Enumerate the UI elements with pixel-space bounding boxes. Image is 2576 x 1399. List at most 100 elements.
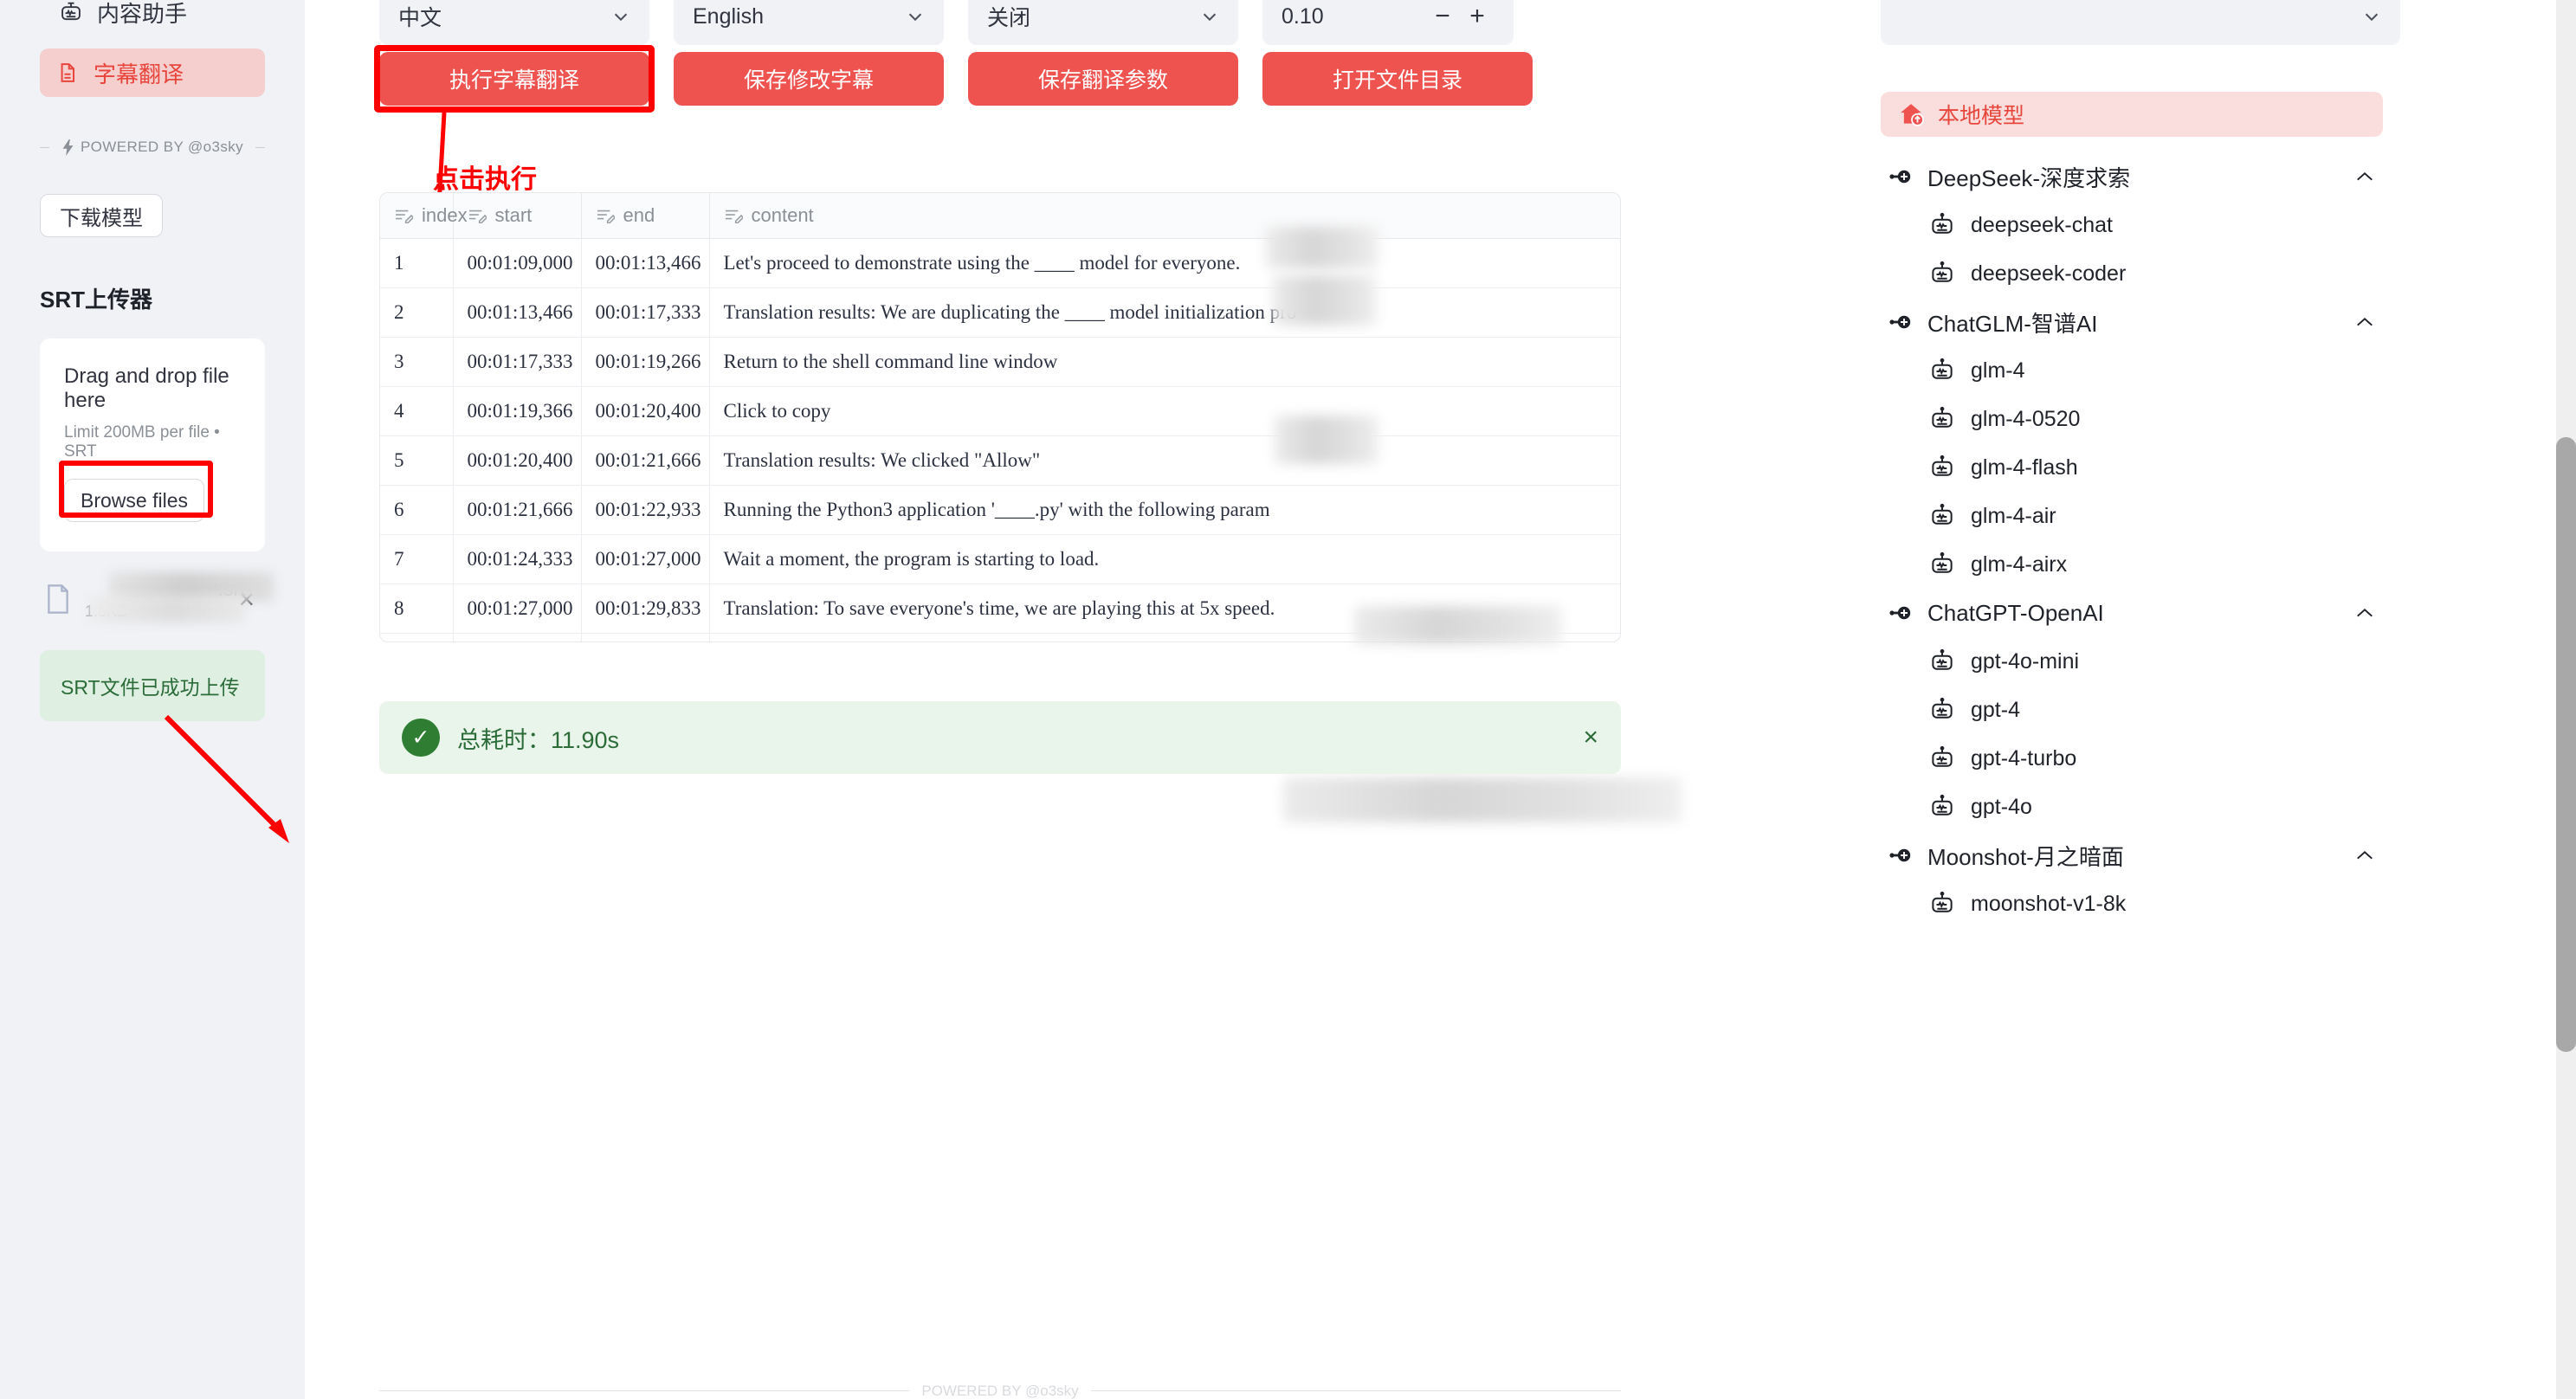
cell-index[interactable]: 6 [380,485,454,535]
cell-content[interactable]: Running the Python3 application '____.py… [709,485,1620,535]
cell-start[interactable]: 00:01:27,000 [453,583,582,634]
column-header-content[interactable]: content [709,193,1620,239]
sidebar-item-label: 内容助手 [97,0,188,27]
cell-end[interactable]: 00:01:20,400 [581,386,710,436]
cell-end[interactable]: 00:01:13,466 [581,238,710,288]
extra-mode-select[interactable]: 关闭 [968,0,1238,45]
model-item-gpt-4o[interactable]: gpt-4o [1881,783,2383,831]
robot-icon [1932,261,1953,282]
cell-index[interactable]: 4 [380,386,454,436]
cell-index[interactable]: 1 [380,238,454,288]
model-item-glm-4-airx[interactable]: glm-4-airx [1881,540,2383,589]
cell-start[interactable]: 00:01:09,000 [453,238,582,288]
cell-end[interactable]: 00:01:22,933 [581,485,710,535]
cell-index[interactable]: 3 [380,337,454,387]
model-tree[interactable]: 本地模型 DeepSeek-深度求索 deepseek-chat deepseek-… [1881,92,2418,1304]
save-modified-subtitle-button[interactable]: 保存修改字幕 [674,52,944,106]
model-item-glm-4-0520[interactable]: glm-4-0520 [1881,395,2383,443]
cell-start[interactable]: 00:01:13,466 [453,287,582,338]
robot-icon [1932,648,1953,670]
robot-icon [1932,212,1953,234]
model-item-glm-4-air[interactable]: glm-4-air [1881,492,2383,540]
cell-content[interactable]: Translation results: We are duplicating … [709,287,1620,338]
local-model-item[interactable]: 本地模型 [1881,92,2383,137]
save-translation-params-button[interactable]: 保存翻译参数 [968,52,1238,106]
srt-dropzone[interactable]: Drag and drop file here Limit 200MB per … [40,338,265,551]
cell-start[interactable]: 00:01:21,666 [453,485,582,535]
sidebar-item-subtitle-translate[interactable]: 字幕翻译 [40,48,265,97]
cell-start[interactable]: 00:01:30,500 [453,633,582,641]
sidebar-item-content-assistant[interactable]: 内容助手 [40,0,265,36]
table-row[interactable]: 8 00:01:27,000 00:01:29,833 Translation: To… [380,583,1620,634]
toast-close-button[interactable]: × [1583,723,1598,752]
model-group-4[interactable]: Moonshot-月之暗面 [1881,831,2383,880]
open-file-directory-button[interactable]: 打开文件目录 [1262,52,1533,106]
cell-content[interactable]: Translation: To save everyone's time, we… [709,583,1620,634]
model-item-gpt-4[interactable]: gpt-4 [1881,686,2383,734]
table-row[interactable]: 1 00:01:09,000 00:01:13,466 Let's proceed t… [380,238,1620,288]
cell-start[interactable]: 00:01:19,366 [453,386,582,436]
cell-index[interactable]: 2 [380,287,454,338]
column-header-end[interactable]: end [581,193,710,239]
cell-content[interactable]: Translation results: We clicked "Allow" [709,435,1620,486]
cell-end[interactable]: 00:01:29,833 [581,583,710,634]
cell-end[interactable]: 00:01:17,333 [581,287,710,338]
temperature-increment-button[interactable]: + [1460,3,1495,29]
column-header-index[interactable]: index [380,193,468,239]
model-item-label: gpt-4 [1971,697,2020,722]
chevron-down-icon [908,13,922,22]
prompt-select[interactable] [1881,0,2400,45]
cell-content[interactable]: Return to the shell command line window [709,337,1620,387]
redaction-blur-filesize [88,596,244,622]
browse-files-button[interactable]: Browse files [64,479,204,522]
table-row[interactable]: 2 00:01:13,466 00:01:17,333 Translation res… [380,287,1620,338]
cell-content[interactable]: Wait a moment, the program is starting t… [709,534,1620,584]
cell-content[interactable]: Translation results: Once the command li… [709,633,1620,641]
window-scrollbar-thumb[interactable] [2556,437,2576,1052]
download-model-button[interactable]: 下载模型 [40,194,163,237]
download-model-label: 下载模型 [60,206,143,230]
column-header-start[interactable]: start [453,193,582,239]
cell-end[interactable]: 00:01:34,966 [581,633,710,641]
cell-index[interactable]: 5 [380,435,454,486]
cell-end[interactable]: 00:01:27,000 [581,534,710,584]
divider-line-right [255,146,265,148]
cell-start[interactable]: 00:01:20,400 [453,435,582,486]
subtitle-table-head: index start end content [380,193,1620,239]
home-upload-icon [1901,104,1924,126]
cell-index[interactable]: 8 [380,583,454,634]
temperature-stepper[interactable]: 0.10 − + [1262,0,1514,45]
prompt-select-wrap [1881,0,2400,45]
cell-index[interactable]: 9 [380,633,454,641]
table-row[interactable]: 7 00:01:24,333 00:01:27,000 Wait a moment, … [380,534,1620,584]
model-item-glm-4[interactable]: glm-4 [1881,346,2383,395]
model-item-deepseek-coder[interactable]: deepseek-coder [1881,249,2383,298]
target-language-select[interactable]: English [674,0,944,45]
table-row[interactable]: 4 00:01:19,366 00:01:20,400 Click to copy [380,386,1620,436]
table-row[interactable]: 3 00:01:17,333 00:01:19,266 Return to the s… [380,337,1620,387]
model-group-1[interactable]: DeepSeek-深度求索 [1881,152,2383,201]
uploaded-file-meta: nnnnnnnnnnnn.srt 1.8KB [85,572,274,622]
model-item-moonshot-v1-8k[interactable]: moonshot-v1-8k [1881,880,2383,928]
temperature-decrement-button[interactable]: − [1425,3,1460,29]
cell-content[interactable]: Click to copy [709,386,1620,436]
model-group-3[interactable]: ChatGPT-OpenAI [1881,589,2383,637]
table-row[interactable]: 900:01:30,50000:01:34,966Translation res… [380,633,1620,641]
cell-content[interactable]: Let's proceed to demonstrate using the _… [709,238,1620,288]
model-item-deepseek-chat[interactable]: deepseek-chat [1881,201,2383,249]
source-language-select[interactable]: 中文 [379,0,649,45]
cell-start[interactable]: 00:01:24,333 [453,534,582,584]
cell-end[interactable]: 00:01:21,666 [581,435,710,486]
model-item-gpt-4-turbo[interactable]: gpt-4-turbo [1881,734,2383,783]
model-item-glm-4-flash[interactable]: glm-4-flash [1881,443,2383,492]
cell-start[interactable]: 00:01:17,333 [453,337,582,387]
subtitle-table[interactable]: index start end content 1 00:01:09,000 0… [379,192,1621,642]
table-row[interactable]: 5 00:01:20,400 00:01:21,666 Translation res… [380,435,1620,486]
model-group-2[interactable]: ChatGLM-智谱AI [1881,298,2383,346]
model-item-gpt-4o-mini[interactable]: gpt-4o-mini [1881,637,2383,686]
cell-end[interactable]: 00:01:19,266 [581,337,710,387]
model-item-label: deepseek-chat [1971,212,2114,237]
cell-index[interactable]: 7 [380,534,454,584]
table-row[interactable]: 6 00:01:21,666 00:01:22,933 Running the Pyt… [380,485,1620,535]
execute-subtitle-translate-button[interactable]: 执行字幕翻译 [379,52,649,106]
